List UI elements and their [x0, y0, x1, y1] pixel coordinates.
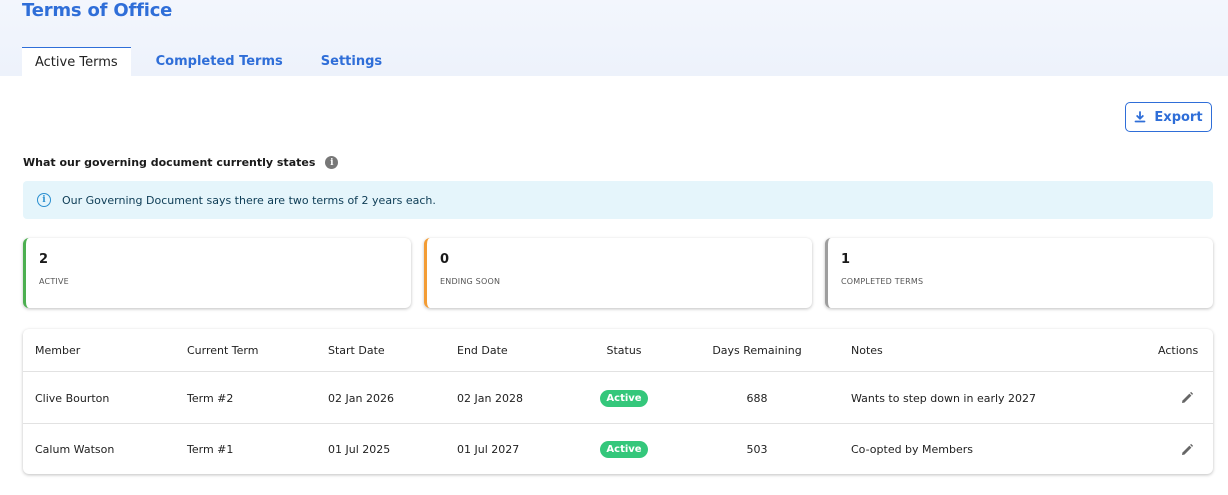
start-date: 02 Jan 2026	[328, 391, 394, 405]
edit-pencil-icon[interactable]	[1180, 443, 1194, 457]
col-header-start-date[interactable]: Start Date	[328, 329, 385, 371]
notice-text: Our Governing Document says there are tw…	[62, 193, 436, 207]
current-term: Term #1	[187, 443, 234, 456]
col-header-days-remaining[interactable]: Days Remaining	[697, 329, 817, 371]
days-remaining: 503	[746, 443, 768, 456]
member-name: Calum Watson	[35, 443, 115, 456]
download-icon	[1135, 111, 1146, 123]
end-date: 01 Jul 2027	[457, 443, 520, 456]
stat-card-active: 2 ACTIVE	[23, 238, 411, 308]
table-row: Clive Bourton Term #2 02 Jan 2026 02 Jan…	[23, 373, 1213, 424]
status-badge: Active	[600, 441, 648, 458]
stat-value: 2	[39, 252, 49, 267]
export-button[interactable]: Export	[1125, 102, 1212, 132]
section-heading-text: What our governing document currently st…	[23, 156, 316, 169]
col-header-notes[interactable]: Notes	[851, 329, 883, 371]
table-row: Calum Watson Term #1 01 Jul 2025 01 Jul …	[23, 424, 1213, 475]
end-date: 02 Jan 2028	[457, 391, 523, 405]
start-date: 01 Jul 2025	[328, 443, 391, 456]
actions-cell	[1180, 373, 1194, 423]
status-badge: Active	[600, 389, 648, 407]
table-header-row: Member Current Term Start Date End Date …	[23, 329, 1213, 372]
col-header-current-term[interactable]: Current Term	[187, 329, 258, 371]
tab-completed-terms[interactable]: Completed Terms	[143, 47, 296, 76]
tab-active-terms[interactable]: Active Terms	[22, 47, 131, 76]
current-term: Term #2	[187, 391, 234, 405]
stat-value: 1	[841, 252, 851, 267]
page-title: Terms of Office	[22, 0, 173, 21]
info-notice: i Our Governing Document says there are …	[23, 181, 1213, 219]
status-cell: Active	[583, 373, 665, 423]
notes: Co-opted by Members	[851, 443, 974, 456]
edit-pencil-icon[interactable]	[1180, 391, 1194, 405]
col-header-end-date[interactable]: End Date	[457, 329, 508, 371]
stat-label: COMPLETED TERMS	[841, 277, 924, 286]
info-icon[interactable]: i	[325, 156, 339, 169]
col-header-actions: Actions	[1158, 343, 1199, 357]
terms-table: Member Current Term Start Date End Date …	[23, 329, 1213, 474]
tab-settings[interactable]: Settings	[308, 47, 395, 76]
stat-label: ACTIVE	[39, 277, 69, 286]
info-circle-icon: i	[37, 193, 51, 207]
status-cell: Active	[583, 424, 665, 475]
stat-card-ending-soon: 0 ENDING SOON	[424, 238, 812, 308]
stat-label: ENDING SOON	[440, 277, 501, 286]
export-label: Export	[1154, 109, 1203, 125]
col-header-status[interactable]: Status	[583, 329, 665, 371]
notes: Wants to step down in early 2027	[851, 391, 1037, 405]
stat-value: 0	[440, 252, 450, 267]
member-name: Clive Bourton	[35, 391, 110, 405]
tab-bar: Active Terms Completed Terms Settings	[22, 47, 407, 76]
stat-card-completed: 1 COMPLETED TERMS	[825, 238, 1213, 308]
actions-cell	[1180, 424, 1194, 475]
days-remaining: 688	[746, 391, 768, 405]
col-header-member[interactable]: Member	[35, 329, 80, 371]
section-heading: What our governing document currently st…	[23, 156, 339, 169]
